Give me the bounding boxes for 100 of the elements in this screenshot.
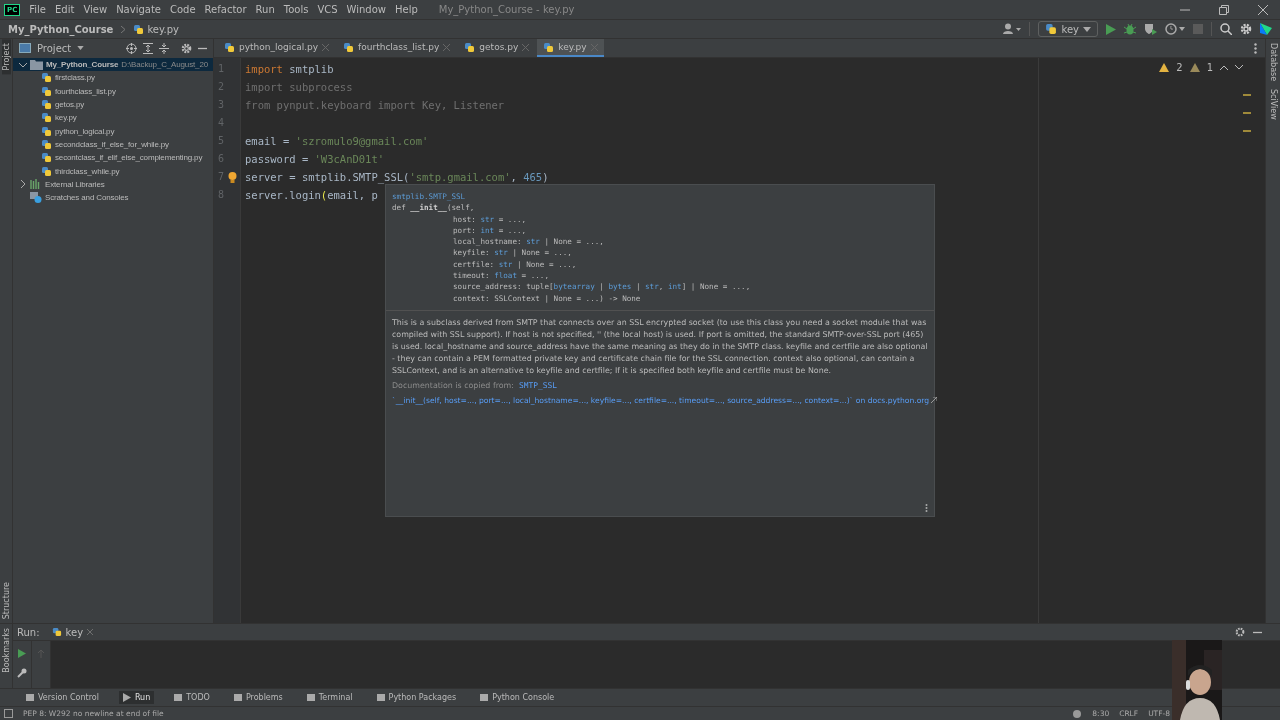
menu-item[interactable]: View xyxy=(83,4,108,15)
tree-item[interactable]: key.py xyxy=(55,113,77,123)
tool-window-button[interactable]: Terminal xyxy=(302,691,357,704)
menu-item[interactable]: File xyxy=(29,4,46,15)
python-file-icon xyxy=(543,41,555,53)
python-file-icon xyxy=(41,85,52,97)
bug-icon[interactable] xyxy=(1124,23,1136,35)
tool-window-button[interactable]: TODO xyxy=(170,691,214,704)
run-tab[interactable]: key xyxy=(47,626,98,638)
tool-window-button[interactable]: Problems xyxy=(229,691,287,704)
menu-item[interactable]: Navigate xyxy=(116,4,161,15)
chevron-icon[interactable] xyxy=(19,60,27,69)
wrench-icon[interactable] xyxy=(17,668,27,678)
python-file-icon xyxy=(41,72,52,84)
tool-window-button[interactable]: Python Packages xyxy=(372,691,461,704)
next-icon[interactable] xyxy=(1235,65,1243,70)
tree-item[interactable]: secontclass_if_elif_else_complementing.py xyxy=(55,153,203,163)
chevron-right-icon xyxy=(121,25,126,33)
tree-item[interactable]: thirdclass_while.py xyxy=(55,166,120,176)
code-line: import subprocess xyxy=(245,80,353,95)
warning-count[interactable]: 2 xyxy=(1176,62,1183,73)
user-icon[interactable] xyxy=(1003,23,1022,35)
menu-item[interactable]: Edit xyxy=(55,4,75,15)
tool-window-icon xyxy=(376,693,385,702)
run-configuration-dropdown[interactable]: key xyxy=(1038,21,1098,37)
weak-warning-count[interactable]: 1 xyxy=(1206,62,1213,73)
layout-icon[interactable] xyxy=(4,709,13,718)
hide-icon[interactable] xyxy=(1253,630,1262,634)
caret-icon xyxy=(1083,26,1091,32)
editor-tab[interactable]: getos.py xyxy=(458,39,536,57)
tool-window-icon xyxy=(233,693,242,702)
restore-icon[interactable] xyxy=(1219,4,1229,15)
caret-icon[interactable] xyxy=(77,46,85,50)
tree-item[interactable]: External Libraries xyxy=(45,179,105,189)
tree-item[interactable]: Scratches and Consoles xyxy=(45,193,129,203)
menu-item[interactable]: Refactor xyxy=(204,4,247,15)
code-line: email = 'szromulo9@gmail.com' xyxy=(245,134,429,149)
menu-item[interactable]: Run xyxy=(255,4,275,15)
warning-icon[interactable] xyxy=(1189,63,1200,72)
lightbulb-icon[interactable] xyxy=(228,171,237,183)
settings-icon[interactable] xyxy=(181,42,192,54)
selected-tree-row[interactable]: My_Python_Course D:\Backup_C_August_20 xyxy=(13,58,213,72)
tree-item[interactable]: python_logical.py xyxy=(55,126,115,136)
expand-all-icon[interactable] xyxy=(143,42,153,54)
more-icon[interactable] xyxy=(1254,42,1257,54)
toolbox-logo-icon[interactable] xyxy=(1260,23,1272,35)
locate-icon[interactable] xyxy=(126,42,137,54)
settings-icon[interactable] xyxy=(1235,627,1245,637)
python-file-icon xyxy=(41,99,52,111)
project-tool-tab[interactable]: Project xyxy=(1,39,11,75)
python-file-icon xyxy=(133,23,145,35)
tree-item[interactable]: fourthclass_list.py xyxy=(55,86,116,96)
play-icon xyxy=(122,693,131,702)
tree-item-label[interactable]: My_Python_Course xyxy=(46,60,119,70)
editor-tab[interactable]: key.py xyxy=(537,39,604,57)
editor-tab[interactable]: python_logical.py xyxy=(218,39,336,57)
menu-item[interactable]: Window xyxy=(346,4,386,15)
tree-item[interactable]: secondclass_if_else_for_while.py xyxy=(55,139,169,149)
tree-item[interactable]: getos.py xyxy=(55,100,85,110)
collapse-all-icon[interactable] xyxy=(159,42,169,54)
python-file-icon xyxy=(224,41,235,53)
profiler-icon[interactable] xyxy=(1165,23,1185,35)
tool-window-tab[interactable]: Database xyxy=(1268,39,1278,86)
editor-tab[interactable]: fourthclass_list.py xyxy=(337,39,457,57)
panel-icon xyxy=(19,43,31,53)
tool-window-icon xyxy=(306,693,315,702)
python-file-icon xyxy=(41,112,52,124)
shield-icon[interactable] xyxy=(1144,23,1157,35)
menu-item[interactable]: Tools xyxy=(283,4,309,15)
tool-window-button[interactable]: Python Console xyxy=(476,691,559,704)
tool-window-icon xyxy=(174,693,183,702)
python-file-icon xyxy=(464,41,476,53)
python-file-icon xyxy=(41,125,52,137)
breadcrumb-item[interactable]: My_Python_Course xyxy=(8,23,114,35)
menu-item[interactable]: VCS xyxy=(317,4,338,15)
menu-item[interactable]: Code xyxy=(170,4,196,15)
resize-handle-icon[interactable] xyxy=(925,504,928,512)
search-icon[interactable] xyxy=(1220,23,1232,35)
tool-window-button[interactable]: Run xyxy=(118,691,155,704)
structure-tool-tab[interactable]: Structure xyxy=(1,577,11,623)
tree-item[interactable]: firstclass.py xyxy=(55,73,95,83)
code-line: import smtplib xyxy=(245,62,334,77)
tool-window-button[interactable]: Version Control xyxy=(22,691,103,704)
previous-icon[interactable] xyxy=(1220,65,1228,70)
tool-window-tab[interactable]: SciView xyxy=(1268,85,1278,124)
panel-title[interactable]: Project xyxy=(37,42,72,54)
bookmarks-tool-tab[interactable]: Bookmarks xyxy=(1,624,11,677)
scratches-icon xyxy=(30,192,42,204)
warning-icon[interactable] xyxy=(1159,63,1170,72)
tool-window-icon xyxy=(480,693,489,702)
code-line: server.login(email, p xyxy=(245,188,378,203)
menu-item[interactable]: Help xyxy=(395,4,418,15)
close-icon[interactable] xyxy=(1258,4,1268,15)
breadcrumb-item[interactable]: key.py xyxy=(147,23,179,35)
settings-icon[interactable] xyxy=(1240,23,1252,35)
run-icon[interactable] xyxy=(1106,23,1116,35)
tool-window-icon xyxy=(26,693,34,702)
hide-icon[interactable] xyxy=(198,46,207,50)
rerun-icon[interactable] xyxy=(18,649,26,658)
chevron-icon[interactable] xyxy=(19,180,27,189)
